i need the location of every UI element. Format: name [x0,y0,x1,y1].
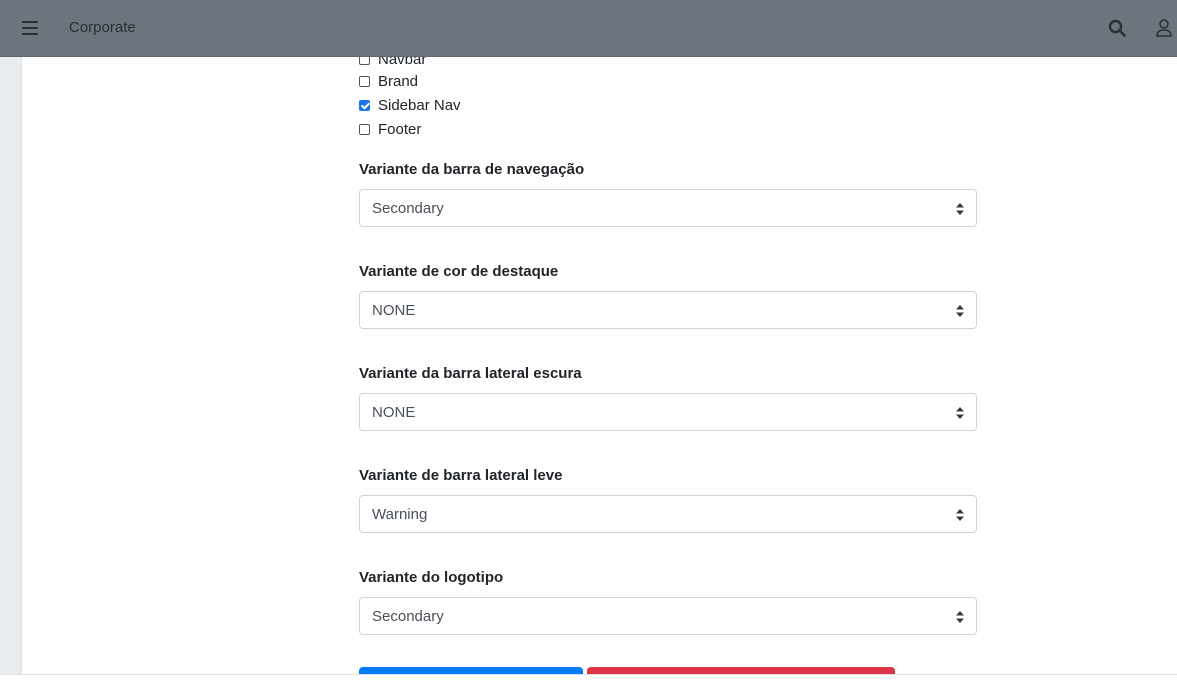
search-icon[interactable] [1108,19,1126,37]
navbar-variant-value: Secondary [372,200,444,217]
checkbox-footer-label: Footer [378,120,422,138]
select-arrows-icon [956,407,964,419]
checkbox-footer[interactable]: Footer [359,119,421,139]
light-sidebar-variant-label: Variante de barra lateral leve [359,467,563,484]
select-arrows-icon [956,305,964,317]
checkbox-brand-box[interactable] [359,75,370,87]
navbar-variant-select[interactable]: Secondary [359,189,977,227]
sidebar-edge [0,57,22,689]
select-arrows-icon [956,509,964,521]
logo-variant-label: Variante do logotipo [359,569,504,586]
user-icon[interactable] [1155,18,1173,38]
checkbox-navbar-box[interactable] [359,57,370,65]
dark-sidebar-variant-label: Variante da barra lateral escura [359,365,582,382]
accent-variant-value: NONE [372,302,416,319]
accent-variant-label: Variante de cor de destaque [359,263,559,280]
dark-sidebar-variant-select[interactable]: NONE [359,393,977,431]
checkbox-footer-box[interactable] [359,123,370,135]
brand-title[interactable]: Corporate [69,19,136,36]
select-arrows-icon [956,203,964,215]
checkbox-sidebar-nav[interactable]: Sidebar Nav [359,95,461,115]
checkbox-brand-label: Brand [378,72,419,90]
light-sidebar-variant-select[interactable]: Warning [359,495,977,533]
checkbox-navbar-label: Navbar [378,57,427,68]
checkbox-sidebar-nav-box[interactable] [359,99,370,111]
logo-variant-select[interactable]: Secondary [359,597,977,635]
logo-variant-value: Secondary [372,608,444,625]
dark-sidebar-variant-value: NONE [372,404,416,421]
light-sidebar-variant-value: Warning [372,506,428,523]
accent-variant-select[interactable]: NONE [359,291,977,329]
hamburger-menu-icon[interactable] [22,21,38,35]
settings-form: Navbar Brand Sidebar Nav Footer Variante… [359,57,977,674]
footer-edge [0,674,1177,690]
checkbox-brand[interactable]: Brand [359,71,418,91]
checkbox-sidebar-nav-label: Sidebar Nav [378,96,461,114]
checkbox-navbar[interactable]: Navbar [359,57,426,69]
top-navbar: Corporate [0,0,1177,57]
select-arrows-icon [956,611,964,623]
navbar-variant-label: Variante da barra de navegação [359,161,585,178]
